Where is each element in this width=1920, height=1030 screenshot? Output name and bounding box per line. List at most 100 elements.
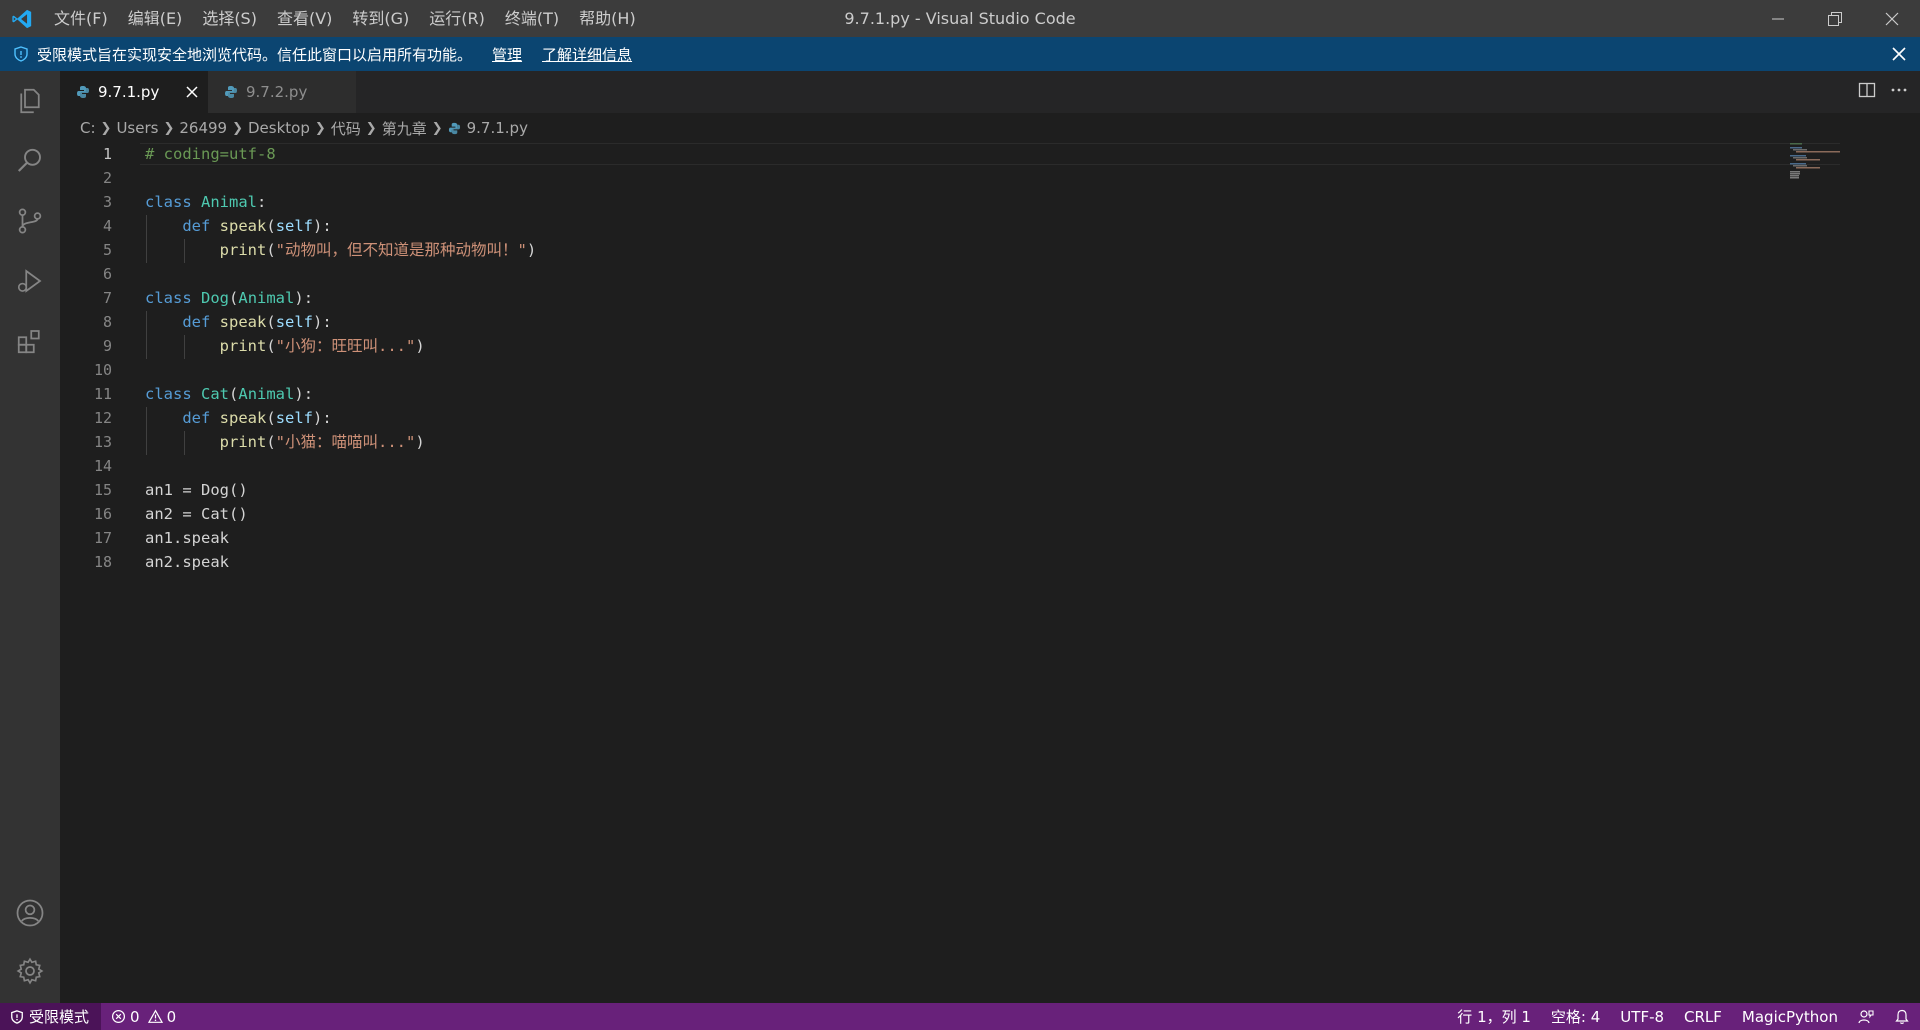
chevron-right-icon: ❯ <box>314 120 326 136</box>
search-icon[interactable] <box>0 131 60 191</box>
line-number: 7 <box>102 289 112 307</box>
python-file-icon <box>448 122 461 135</box>
line-number: 3 <box>102 193 112 211</box>
notifications-bell-icon[interactable] <box>1884 1003 1920 1030</box>
breadcrumb-item[interactable]: 26499 <box>179 119 227 137</box>
close-tab-icon[interactable] <box>186 71 198 113</box>
encoding-status[interactable]: UTF-8 <box>1610 1003 1674 1030</box>
line-number: 1 <box>102 145 112 163</box>
run-debug-icon[interactable] <box>0 251 60 311</box>
status-bar: 受限模式 0 0 行 1，列 1 空格: 4 UTF-8 CRLF MagicP… <box>0 1003 1920 1030</box>
restricted-mode-banner: 受限模式旨在实现安全地浏览代码。信任此窗口以启用所有功能。 管理 了解详细信息 <box>0 37 1920 71</box>
status-right: 行 1，列 1 空格: 4 UTF-8 CRLF MagicPython <box>1447 1003 1920 1030</box>
problems-status[interactable]: 0 0 <box>111 1008 176 1026</box>
accounts-icon[interactable] <box>0 883 60 943</box>
chevron-right-icon: ❯ <box>365 120 377 136</box>
code-line: class Animal: <box>145 193 267 211</box>
menu-bar: 文件(F) 编辑(E) 选择(S) 查看(V) 转到(G) 运行(R) 终端(T… <box>44 0 646 37</box>
minimap[interactable] <box>1790 143 1860 203</box>
split-editor-icon[interactable] <box>1858 81 1876 103</box>
line-number: 4 <box>102 217 112 235</box>
language-mode[interactable]: MagicPython <box>1732 1003 1848 1030</box>
menu-go[interactable]: 转到(G) <box>342 0 419 37</box>
eol-status[interactable]: CRLF <box>1674 1003 1732 1030</box>
shield-icon <box>10 1009 24 1024</box>
error-count: 0 <box>130 1007 140 1026</box>
more-actions-icon[interactable] <box>1890 81 1908 103</box>
line-number: 13 <box>93 433 112 451</box>
close-window-button[interactable] <box>1863 0 1920 37</box>
code-line: an1 = Dog() <box>145 481 248 499</box>
code-line: an1.speak <box>145 529 229 547</box>
code-line: def speak(self): <box>182 313 332 331</box>
banner-manage-link[interactable]: 管理 <box>492 44 522 65</box>
banner-learn-more-link[interactable]: 了解详细信息 <box>542 44 632 65</box>
breadcrumb-item[interactable]: Desktop <box>248 119 310 137</box>
banner-text: 受限模式旨在实现安全地浏览代码。信任此窗口以启用所有功能。 <box>37 45 473 64</box>
settings-gear-icon[interactable] <box>0 941 60 1001</box>
code-editor[interactable]: 1 2 3 4 5 6 7 8 9 10 11 12 13 14 15 16 1… <box>60 143 1920 1003</box>
indentation-status[interactable]: 空格: 4 <box>1541 1003 1610 1030</box>
minimize-button[interactable] <box>1749 0 1806 37</box>
chevron-right-icon: ❯ <box>163 120 175 136</box>
warning-count: 0 <box>166 1007 177 1026</box>
breadcrumb-file[interactable]: 9.7.1.py <box>448 119 528 137</box>
code-line: # coding=utf-8 <box>145 145 276 163</box>
explorer-icon[interactable] <box>0 71 60 131</box>
code-line: def speak(self): <box>182 217 332 235</box>
menu-help[interactable]: 帮助(H) <box>569 0 646 37</box>
tab-9-7-1-py[interactable]: 9.7.1.py <box>60 71 208 113</box>
banner-close-icon[interactable] <box>1892 37 1906 71</box>
line-number: 5 <box>102 241 112 259</box>
restricted-mode-status[interactable]: 受限模式 <box>0 1003 102 1030</box>
restricted-mode-label: 受限模式 <box>29 1008 90 1026</box>
line-number: 11 <box>93 385 112 403</box>
editor-tabs: 9.7.1.py 9.7.2.py <box>60 71 1920 113</box>
vscode-logo-icon <box>0 0 44 37</box>
breadcrumb: C: ❯ Users ❯ 26499 ❯ Desktop ❯ 代码 ❯ 第九章 … <box>60 113 1920 143</box>
shield-icon <box>13 46 29 62</box>
line-number: 12 <box>93 409 112 427</box>
code-line: an2 = Cat() <box>145 505 248 523</box>
breadcrumb-item[interactable]: 第九章 <box>382 118 427 139</box>
source-control-icon[interactable] <box>0 191 60 251</box>
chevron-right-icon: ❯ <box>100 120 112 136</box>
code-line: print("小猫：喵喵叫...") <box>219 433 425 451</box>
extensions-icon[interactable] <box>0 311 60 371</box>
line-number: 18 <box>93 553 112 571</box>
breadcrumb-item[interactable]: 代码 <box>331 118 361 139</box>
menu-file[interactable]: 文件(F) <box>44 0 118 37</box>
breadcrumb-item[interactable]: C: <box>80 119 96 137</box>
activity-bar <box>0 71 60 1003</box>
code-line: print("动物叫，但不知道是那种动物叫！") <box>219 241 537 259</box>
python-file-icon <box>76 85 90 99</box>
line-number: 17 <box>93 529 112 547</box>
line-number: 6 <box>102 265 112 283</box>
tab-9-7-2-py[interactable]: 9.7.2.py <box>208 71 356 113</box>
restore-button[interactable] <box>1806 0 1863 37</box>
vertical-scrollbar[interactable] <box>1905 143 1919 1003</box>
line-number: 8 <box>102 313 112 331</box>
tab-label: 9.7.2.py <box>246 83 308 101</box>
editor-actions <box>1858 71 1908 113</box>
code-line: class Cat(Animal): <box>145 385 314 403</box>
tab-label: 9.7.1.py <box>98 83 160 101</box>
menu-selection[interactable]: 选择(S) <box>192 0 267 37</box>
code-line: def speak(self): <box>182 409 332 427</box>
menu-edit[interactable]: 编辑(E) <box>118 0 193 37</box>
menu-run[interactable]: 运行(R) <box>419 0 495 37</box>
line-number: 10 <box>93 361 112 379</box>
chevron-right-icon: ❯ <box>431 120 443 136</box>
error-icon <box>111 1009 126 1024</box>
line-number: 14 <box>93 457 112 475</box>
menu-view[interactable]: 查看(V) <box>267 0 342 37</box>
line-number: 16 <box>93 505 112 523</box>
warning-icon <box>147 1009 163 1024</box>
code-line: class Dog(Animal): <box>145 289 314 307</box>
line-number: 15 <box>93 481 112 499</box>
menu-terminal[interactable]: 终端(T) <box>495 0 569 37</box>
feedback-icon[interactable] <box>1848 1003 1884 1030</box>
breadcrumb-file-label: 9.7.1.py <box>466 119 528 137</box>
breadcrumb-item[interactable]: Users <box>116 119 158 137</box>
cursor-position[interactable]: 行 1，列 1 <box>1447 1003 1541 1030</box>
